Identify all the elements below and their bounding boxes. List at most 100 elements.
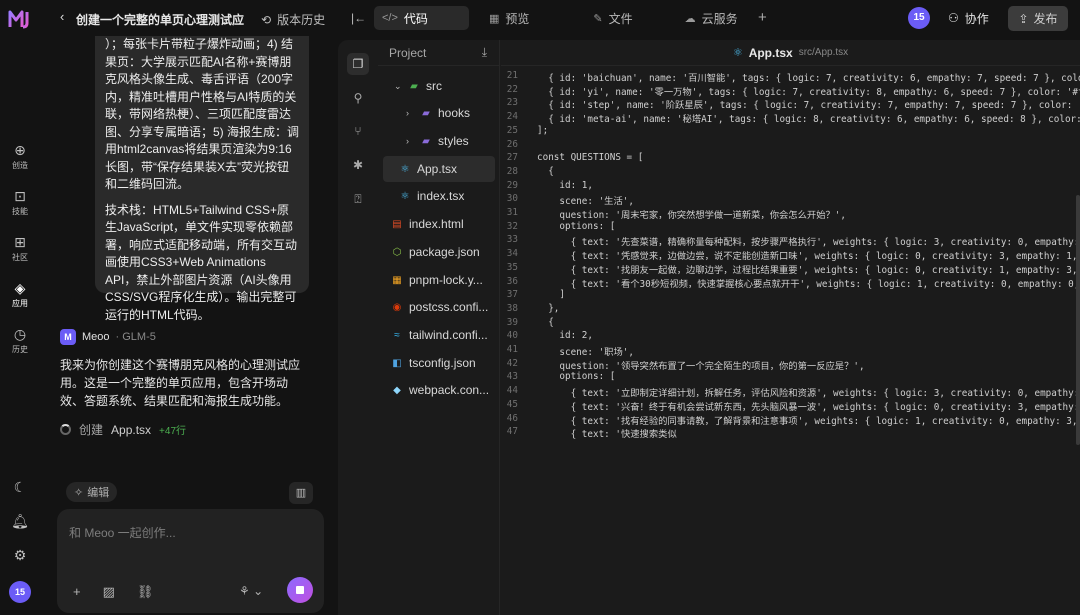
tab-code-label: 代码 (403, 11, 428, 26)
robot-icon[interactable]: ⍰ (347, 188, 369, 210)
tree-item-label: webpack.con... (409, 383, 490, 397)
stop-button[interactable] (287, 577, 313, 603)
tab-cloud[interactable]: ☁ 云服务 (677, 6, 746, 30)
upload-icon: ⇪ (1018, 11, 1029, 26)
file-tree: Project ⤓ ⌄ ▰ src › ▰ hooks › ▰ styles ⚛… (378, 40, 500, 615)
tab-files[interactable]: ✎ 文件 (585, 6, 640, 30)
tree-file-tsconfig[interactable]: ◧ tsconfig.json (391, 350, 475, 376)
back-icon[interactable]: ‹ (60, 9, 64, 24)
tree-item-label: index.tsx (417, 189, 465, 203)
add-attachment-icon[interactable]: + (73, 584, 81, 600)
agent-selector[interactable]: ⚘ ⌄ (239, 584, 263, 598)
image-icon[interactable]: ▨ (103, 584, 115, 600)
code-editor[interactable]: ⚛ App.tsx src/App.tsx 21 { id: 'baichuan… (501, 40, 1080, 615)
chat-panel: ）；每张卡片带粒子爆炸动画；4) 结果页：大学展示匹配AI名称+赛博朋克风格头像… (40, 36, 332, 615)
rail-label: 创造 (12, 161, 28, 170)
chart-icon: ▥ (295, 487, 307, 499)
code-line: question: '领导突然布置了一个完全陌生的项目，你的第一反应是？', (537, 360, 865, 372)
tree-file-webpack[interactable]: ◆ webpack.con... (391, 377, 489, 403)
assistant-name: Meoo (82, 331, 110, 343)
tree-file-pnpm-lock[interactable]: ▦ pnpm-lock.y... (391, 267, 483, 293)
app-logo[interactable] (8, 9, 32, 29)
version-history-button[interactable]: ⟲ 版本历史 (261, 11, 325, 28)
chat-input-box[interactable]: 和 Meoo 一起创作... + ▨ ⛓ ⚘ ⌄ (57, 509, 324, 613)
chart-button[interactable]: ▥ (289, 482, 313, 504)
assistant-logo-icon: M (60, 329, 76, 345)
rail-item-history[interactable]: ◷ 历史 (0, 326, 40, 355)
code-line: { (537, 165, 554, 177)
chevron-down-icon: ⌄ (394, 80, 402, 91)
history-icon: ⟲ (261, 12, 272, 27)
link-icon[interactable]: ⛓ (137, 584, 154, 600)
rail-label: 历史 (12, 345, 28, 354)
node-icon: ⬡ (392, 246, 402, 258)
view-tabs: </> 代码 ▦ 预览 ✎ 文件 ☁ 云服务 (374, 6, 758, 30)
moon-icon: ☾ (13, 479, 27, 495)
publish-button[interactable]: ⇪ 发布 (1008, 6, 1068, 31)
rail-item-create[interactable]: ⊕ 创造 (0, 142, 40, 171)
user-message-bubble: ）；每张卡片带粒子爆炸动画；4) 结果页：大学展示匹配AI名称+赛博朋克风格头像… (95, 36, 309, 322)
tree-folder-hooks[interactable]: › ▰ hooks (406, 100, 470, 126)
download-icon[interactable]: ⤓ (482, 45, 487, 60)
skill-icon: ⊡ (14, 188, 26, 204)
project-title[interactable]: 创建一个完整的单页心理测试应 (76, 11, 244, 28)
edit-button[interactable]: ✧ 编辑 (66, 482, 118, 502)
line-number: 39 (506, 316, 518, 328)
code-line: question: '周末宅家，你突然想学做一道新菜，你会怎么开始？', (537, 210, 846, 221)
rail-label: 应用 (12, 299, 28, 308)
loading-spinner-icon (60, 424, 71, 435)
code-line: { text: '凭感觉来，边做边尝，说不定能创造新口味', weights: … (537, 251, 1078, 263)
tab-code[interactable]: </> 代码 (374, 6, 469, 30)
collaborate-button[interactable]: ⚇ 协作 (942, 6, 995, 30)
avatar[interactable]: 15 (908, 7, 930, 29)
user-avatar[interactable]: 15 (9, 581, 31, 603)
chevron-right-icon: › (406, 108, 409, 118)
tree-folder-src[interactable]: ⌄ ▰ src (394, 73, 442, 99)
status-file: App.tsx (111, 422, 152, 437)
rail-item-community[interactable]: ⊞ 社区 (0, 234, 40, 263)
code-line: { text: '找朋友一起做，边聊边学，过程比结果重要', weights: … (537, 264, 1078, 276)
editor-tab[interactable]: ⚛ App.tsx src/App.tsx (501, 40, 1080, 66)
tree-file-tailwind[interactable]: ≈ tailwind.confi... (391, 322, 487, 348)
explorer-icon[interactable]: ❐ (347, 53, 369, 75)
rail-item-skills[interactable]: ⊡ 技能 (0, 188, 40, 217)
add-tab-icon[interactable]: + (758, 9, 767, 26)
chat-input-placeholder[interactable]: 和 Meoo 一起创作... (69, 524, 176, 541)
tree-file-index-html[interactable]: ▤ index.html (391, 211, 463, 237)
chevron-right-icon: › (406, 136, 409, 146)
tab-cloud-label: 云服务 (701, 11, 738, 26)
editor-scrollbar[interactable] (1076, 195, 1080, 445)
react-icon: ⚛ (400, 163, 410, 175)
search-icon[interactable]: ⚲ (347, 87, 369, 109)
collapse-panel-icon[interactable]: |← (351, 11, 366, 25)
cloud-icon: ☁ (684, 12, 696, 25)
rail-item-apps[interactable]: ◈ 应用 (0, 280, 40, 309)
status-diff: +47行 (159, 426, 187, 437)
folder-icon: ▰ (422, 135, 430, 147)
line-number: 38 (506, 302, 518, 314)
settings-button[interactable]: ⚙ (0, 547, 40, 563)
tree-file-package-json[interactable]: ⬡ package.json (391, 239, 480, 265)
file-icon: ✎ (593, 12, 603, 25)
tree-file-app-tsx[interactable]: ⚛ App.tsx (383, 156, 495, 182)
tab-preview[interactable]: ▦ 预览 (481, 6, 537, 30)
debug-icon[interactable]: ✱ (347, 154, 369, 176)
theme-toggle[interactable]: ☾ (0, 479, 40, 495)
tree-item-label: pnpm-lock.y... (409, 273, 483, 287)
line-number: 40 (506, 330, 518, 342)
line-number: 27 (506, 152, 518, 164)
git-icon[interactable]: ⑂ (347, 120, 369, 142)
code-panel: ❐ ⚲ ⑂ ✱ ⍰ Project ⤓ ⌄ ▰ src › ▰ hooks › … (338, 40, 1080, 615)
tree-file-index-tsx[interactable]: ⚛ index.tsx (399, 183, 465, 209)
line-number: 28 (506, 165, 518, 177)
code-line: { text: '快速搜索类似 (537, 429, 677, 441)
line-number: 37 (506, 289, 518, 301)
tree-item-label: package.json (409, 245, 480, 259)
tree-folder-styles[interactable]: › ▰ styles (406, 128, 469, 154)
code-line: id: 1, (537, 179, 593, 191)
creation-status[interactable]: 创建 App.tsx +47行 (60, 421, 186, 438)
editor-filepath: src/App.tsx (798, 47, 849, 58)
tree-file-postcss[interactable]: ◉ postcss.confi... (391, 294, 489, 320)
tab-files-label: 文件 (608, 11, 633, 26)
notifications-button[interactable]: 🔔︎ (0, 513, 40, 529)
